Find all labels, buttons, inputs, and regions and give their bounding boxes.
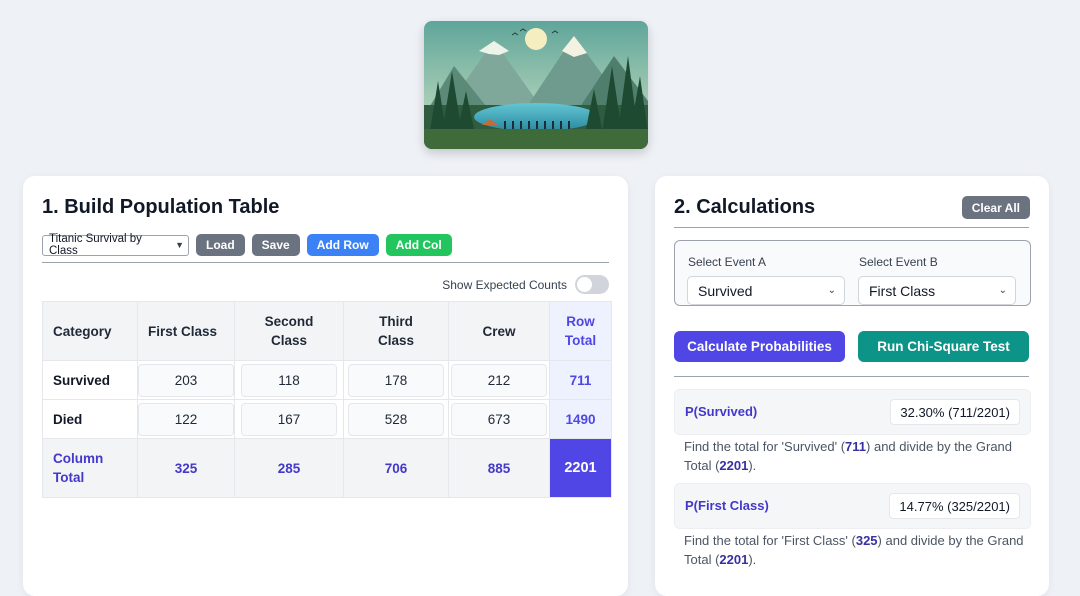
table-cell: 673 xyxy=(448,399,550,439)
calculations-title: 2. Calculations xyxy=(674,196,816,218)
result-explanation: Find the total for 'First Class' (325) a… xyxy=(684,531,1024,569)
chi-square-test-button[interactable]: Run Chi-Square Test xyxy=(858,331,1029,362)
show-expected-row: Show Expected Counts xyxy=(442,275,609,294)
header-row-total: Row Total xyxy=(549,301,612,361)
explanation-numerator: 325 xyxy=(855,533,878,548)
preset-select-value: Titanic Survival by Class xyxy=(49,233,142,257)
table-row: Survived 203 118 178 212 711 xyxy=(42,360,612,400)
row-label-survived: Survived xyxy=(42,360,138,400)
add-col-button[interactable]: Add Col xyxy=(385,234,452,256)
column-total-label-text: Column Total xyxy=(53,451,104,485)
population-table-card: 1. Build Population Table Titanic Surviv… xyxy=(23,176,628,596)
result-value: 14.77% (325/2201) xyxy=(889,493,1020,519)
chevron-down-icon: ⌄ xyxy=(998,285,1007,296)
divider xyxy=(42,262,609,263)
cell-input[interactable]: 528 xyxy=(348,402,444,436)
explanation-denominator: 2201 xyxy=(719,458,749,473)
population-table: Category First Class Second Class Third … xyxy=(42,301,612,498)
table-cell: 122 xyxy=(137,399,235,439)
table-header-row: Category First Class Second Class Third … xyxy=(42,301,612,361)
event-a-value: Survived xyxy=(698,282,753,299)
show-expected-toggle[interactable] xyxy=(575,275,609,294)
explanation-text: Find the total for 'First Class' ( xyxy=(684,533,856,548)
header-second-class-label: Second Class xyxy=(264,314,314,348)
chevron-down-icon: ⌄ xyxy=(827,285,836,296)
header-third-class: Third Class xyxy=(343,301,449,361)
table-cell: 203 xyxy=(137,360,235,400)
calculations-card: 2. Calculations Clear All Select Event A… xyxy=(655,176,1049,596)
save-button[interactable]: Save xyxy=(251,234,300,256)
result-name: P(Survived) xyxy=(685,404,758,419)
event-selector-box: Select Event A Select Event B Survived ⌄… xyxy=(674,240,1031,306)
divider xyxy=(674,227,1029,228)
cell-input[interactable]: 673 xyxy=(451,402,547,436)
table-row: Died 122 167 528 673 1490 xyxy=(42,399,612,439)
toggle-knob xyxy=(577,277,592,292)
result-explanation: Find the total for 'Survived' (711) and … xyxy=(684,437,1024,475)
header-second-class: Second Class xyxy=(234,301,344,361)
explanation-text: ). xyxy=(748,458,757,473)
show-expected-label: Show Expected Counts xyxy=(442,277,567,292)
cell-input[interactable]: 212 xyxy=(451,363,547,397)
result-card: P(Survived) 32.30% (711/2201) xyxy=(674,389,1031,435)
cell-input[interactable]: 178 xyxy=(348,363,444,397)
header-first-class: First Class xyxy=(137,301,235,361)
result-card: P(First Class) 14.77% (325/2201) xyxy=(674,483,1031,529)
column-total-value: 325 xyxy=(137,438,235,498)
event-b-value: First Class xyxy=(869,282,936,299)
column-total-row: Column Total 325 285 706 885 2201 xyxy=(42,438,612,498)
divider xyxy=(674,376,1029,377)
result-value: 32.30% (711/2201) xyxy=(890,399,1020,425)
table-cell: 167 xyxy=(234,399,344,439)
explanation-text: ). xyxy=(748,552,757,567)
header-third-class-label: Third Class xyxy=(377,314,415,348)
hero-landscape-image xyxy=(424,21,648,149)
header-category: Category xyxy=(42,301,138,361)
result-name: P(First Class) xyxy=(685,498,769,513)
table-cell: 118 xyxy=(234,360,344,400)
explanation-numerator: 711 xyxy=(845,439,867,454)
column-total-value: 885 xyxy=(448,438,550,498)
event-b-select[interactable]: First Class ⌄ xyxy=(858,276,1016,305)
row-label-died: Died xyxy=(42,399,138,439)
cell-input[interactable]: 167 xyxy=(241,402,337,436)
cell-input[interactable]: 122 xyxy=(138,402,234,436)
column-total-value: 706 xyxy=(343,438,449,498)
event-a-select[interactable]: Survived ⌄ xyxy=(687,276,845,305)
event-a-label: Select Event A xyxy=(688,255,767,269)
table-cell: 212 xyxy=(448,360,550,400)
row-total-died: 1490 xyxy=(549,399,612,439)
header-row-total-label: Row Total xyxy=(564,314,597,348)
header-crew: Crew xyxy=(448,301,550,361)
table-cell: 528 xyxy=(343,399,449,439)
load-button[interactable]: Load xyxy=(196,234,245,256)
grand-total: 2201 xyxy=(549,438,612,498)
population-table-title: 1. Build Population Table xyxy=(42,196,280,218)
row-total-survived: 711 xyxy=(549,360,612,400)
table-cell: 178 xyxy=(343,360,449,400)
column-total-value: 285 xyxy=(234,438,344,498)
clear-all-button[interactable]: Clear All xyxy=(961,196,1030,219)
preset-select[interactable]: Titanic Survival by Class ▼ xyxy=(42,233,189,257)
add-row-button[interactable]: Add Row xyxy=(306,234,379,256)
table-toolbar: Titanic Survival by Class ▼ Load Save Ad… xyxy=(42,233,452,257)
cell-input[interactable]: 203 xyxy=(138,363,234,397)
event-b-label: Select Event B xyxy=(859,255,938,269)
explanation-denominator: 2201 xyxy=(719,552,749,567)
calculate-probabilities-button[interactable]: Calculate Probabilities xyxy=(674,331,845,362)
explanation-text: Find the total for 'Survived' ( xyxy=(684,439,846,454)
cell-input[interactable]: 118 xyxy=(241,363,337,397)
column-total-label: Column Total xyxy=(42,438,138,498)
chevron-down-icon: ▼ xyxy=(175,240,184,250)
